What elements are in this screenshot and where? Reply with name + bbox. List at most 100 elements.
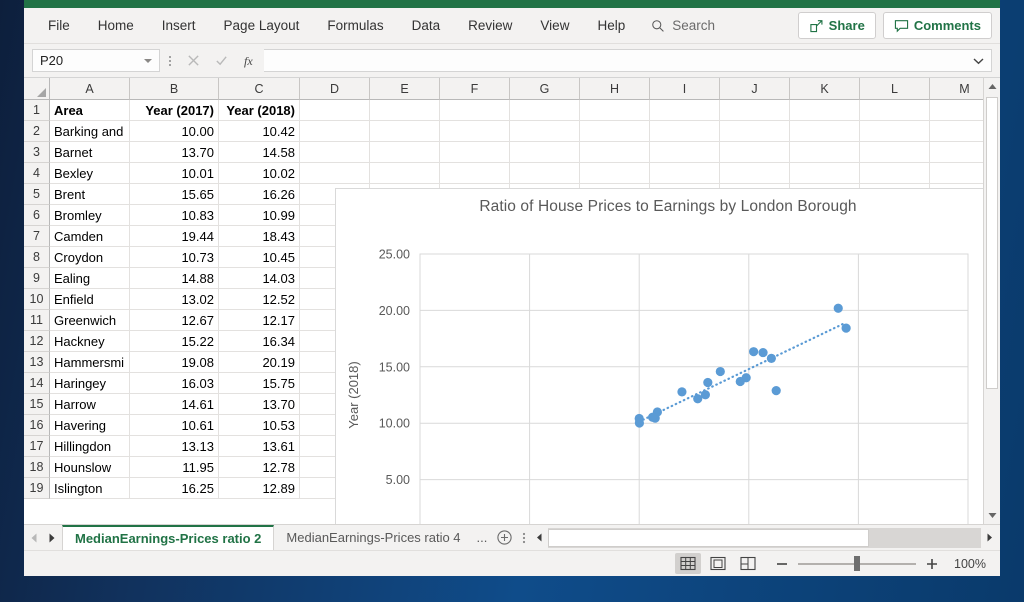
cell-A5[interactable]: Brent	[50, 184, 130, 205]
cell-B5[interactable]: 15.65	[130, 184, 219, 205]
ribbon-tab-data[interactable]: Data	[398, 8, 455, 44]
share-button[interactable]: Share	[798, 12, 876, 39]
cell-H1[interactable]	[580, 100, 650, 121]
cell-B8[interactable]: 10.73	[130, 247, 219, 268]
cell-F4[interactable]	[440, 163, 510, 184]
cell-H2[interactable]	[580, 121, 650, 142]
add-sheet-button[interactable]	[491, 525, 517, 550]
sheet-bar-menu-dots[interactable]	[517, 525, 531, 550]
ribbon-tab-insert[interactable]: Insert	[148, 8, 210, 44]
cell-B12[interactable]: 15.22	[130, 331, 219, 352]
cell-L4[interactable]	[860, 163, 930, 184]
cell-K1[interactable]	[790, 100, 860, 121]
data-point[interactable]	[767, 354, 776, 363]
cell-C11[interactable]: 12.17	[219, 310, 300, 331]
cell-H4[interactable]	[580, 163, 650, 184]
column-header-k[interactable]: K	[790, 78, 860, 100]
cell-K2[interactable]	[790, 121, 860, 142]
cell-M2[interactable]	[930, 121, 983, 142]
cell-D3[interactable]	[300, 142, 370, 163]
row-header-9[interactable]: 9	[24, 268, 50, 289]
cell-A15[interactable]: Harrow	[50, 394, 130, 415]
cell-L2[interactable]	[860, 121, 930, 142]
cell-B16[interactable]: 10.61	[130, 415, 219, 436]
search-input[interactable]: Search	[651, 18, 715, 33]
column-header-l[interactable]: L	[860, 78, 930, 100]
cell-I2[interactable]	[650, 121, 720, 142]
cell-B15[interactable]: 14.61	[130, 394, 219, 415]
previous-sheet-button[interactable]	[30, 533, 38, 543]
data-point[interactable]	[635, 418, 644, 427]
cell-B3[interactable]: 13.70	[130, 142, 219, 163]
zoom-slider-thumb[interactable]	[854, 556, 860, 571]
cell-A11[interactable]: Greenwich	[50, 310, 130, 331]
cell-C3[interactable]: 14.58	[219, 142, 300, 163]
data-point[interactable]	[842, 324, 851, 333]
ribbon-tab-formulas[interactable]: Formulas	[313, 8, 397, 44]
row-header-14[interactable]: 14	[24, 373, 50, 394]
cell-C19[interactable]: 12.89	[219, 478, 300, 499]
cell-I1[interactable]	[650, 100, 720, 121]
cell-J2[interactable]	[720, 121, 790, 142]
cell-H3[interactable]	[580, 142, 650, 163]
sheet-tab-active[interactable]: MedianEarnings-Prices ratio 2	[62, 525, 274, 550]
sheet-tab-2[interactable]: MedianEarnings-Prices ratio 4	[274, 525, 472, 550]
cell-A14[interactable]: Haringey	[50, 373, 130, 394]
ribbon-tab-home[interactable]: Home	[84, 8, 148, 44]
cell-C18[interactable]: 12.78	[219, 457, 300, 478]
sheet-grid[interactable]: ABCDEFGHIJKLM 12345678910111213141516171…	[24, 78, 983, 524]
cell-M4[interactable]	[930, 163, 983, 184]
cell-B17[interactable]: 13.13	[130, 436, 219, 457]
cell-C15[interactable]: 13.70	[219, 394, 300, 415]
cell-C10[interactable]: 12.52	[219, 289, 300, 310]
data-point[interactable]	[677, 387, 686, 396]
column-header-j[interactable]: J	[720, 78, 790, 100]
row-header-8[interactable]: 8	[24, 247, 50, 268]
cell-C13[interactable]: 20.19	[219, 352, 300, 373]
cell-G2[interactable]	[510, 121, 580, 142]
insert-function-icon[interactable]: fx	[236, 49, 262, 73]
data-point[interactable]	[703, 378, 712, 387]
cell-C12[interactable]: 16.34	[219, 331, 300, 352]
zoom-out-button[interactable]	[775, 558, 789, 570]
cell-K3[interactable]	[790, 142, 860, 163]
cell-B13[interactable]: 19.08	[130, 352, 219, 373]
cell-C8[interactable]: 10.45	[219, 247, 300, 268]
cell-A8[interactable]: Croydon	[50, 247, 130, 268]
zoom-slider[interactable]	[798, 557, 916, 571]
cell-B9[interactable]: 14.88	[130, 268, 219, 289]
row-header-16[interactable]: 16	[24, 415, 50, 436]
cell-A17[interactable]: Hillingdon	[50, 436, 130, 457]
cell-L1[interactable]	[860, 100, 930, 121]
cell-A18[interactable]: Hounslow	[50, 457, 130, 478]
cell-A10[interactable]: Enfield	[50, 289, 130, 310]
cell-A13[interactable]: Hammersmi	[50, 352, 130, 373]
ribbon-tab-page-layout[interactable]: Page Layout	[210, 8, 314, 44]
cell-C6[interactable]: 10.99	[219, 205, 300, 226]
cell-A16[interactable]: Havering	[50, 415, 130, 436]
formula-input[interactable]	[264, 49, 992, 72]
cell-A4[interactable]: Bexley	[50, 163, 130, 184]
data-point[interactable]	[736, 377, 745, 386]
row-header-5[interactable]: 5	[24, 184, 50, 205]
column-header-e[interactable]: E	[370, 78, 440, 100]
cell-B2[interactable]: 10.00	[130, 121, 219, 142]
row-header-4[interactable]: 4	[24, 163, 50, 184]
column-header-f[interactable]: F	[440, 78, 510, 100]
cell-F1[interactable]	[440, 100, 510, 121]
horizontal-scroll-track[interactable]	[548, 528, 981, 548]
vertical-scroll-track[interactable]	[984, 95, 1000, 507]
horizontal-scrollbar[interactable]	[531, 527, 998, 548]
column-header-m[interactable]: M	[930, 78, 983, 100]
row-header-6[interactable]: 6	[24, 205, 50, 226]
column-header-b[interactable]: B	[130, 78, 219, 100]
cell-A1[interactable]: Area	[50, 100, 130, 121]
cell-B18[interactable]: 11.95	[130, 457, 219, 478]
cell-A12[interactable]: Hackney	[50, 331, 130, 352]
row-header-7[interactable]: 7	[24, 226, 50, 247]
select-all-button[interactable]	[24, 78, 50, 100]
cell-B19[interactable]: 16.25	[130, 478, 219, 499]
data-point[interactable]	[749, 347, 758, 356]
cell-C2[interactable]: 10.42	[219, 121, 300, 142]
cell-B11[interactable]: 12.67	[130, 310, 219, 331]
